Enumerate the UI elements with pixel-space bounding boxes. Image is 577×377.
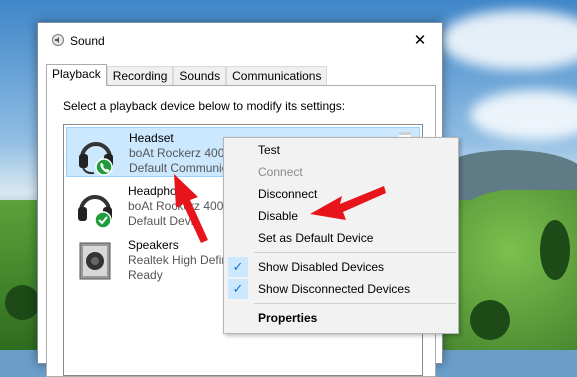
menu-item-show-disabled[interactable]: Show Disabled Devices [224, 257, 458, 277]
window-title: Sound [70, 34, 105, 48]
tab-bar: Playback Recording Sounds Communications [46, 64, 328, 86]
menu-item-properties[interactable]: Properties [224, 308, 458, 328]
menu-item-connect: Connect [258, 165, 303, 179]
close-icon: ✕ [413, 31, 427, 49]
headset-icon [79, 142, 113, 176]
red-arrow-annotation [310, 186, 386, 220]
menu-separator [254, 252, 456, 253]
speaker-app-icon [52, 34, 64, 46]
menu-separator [254, 303, 456, 304]
headphones-icon [78, 195, 112, 229]
check-badge-icon [94, 211, 112, 229]
menu-item-set-default[interactable]: Set as Default Device [224, 228, 458, 248]
tab-communications[interactable]: Communications [226, 66, 328, 86]
title-bar: Sound ✕ [38, 23, 442, 56]
menu-item-test[interactable]: Test [224, 140, 458, 160]
tab-sounds[interactable]: Sounds [173, 66, 227, 86]
phone-badge-icon [95, 158, 113, 176]
tab-recording[interactable]: Recording [106, 66, 174, 86]
tab-playback[interactable]: Playback [46, 64, 107, 86]
speaker-icon [79, 242, 111, 280]
red-arrow-annotation [174, 174, 208, 243]
close-button[interactable]: ✕ [398, 23, 442, 56]
context-menu: Test Connect Disconnect Disable Set as D… [223, 137, 459, 334]
instruction-text: Select a playback device below to modify… [63, 99, 346, 113]
menu-item-show-disconnected[interactable]: Show Disconnected Devices [224, 279, 458, 299]
